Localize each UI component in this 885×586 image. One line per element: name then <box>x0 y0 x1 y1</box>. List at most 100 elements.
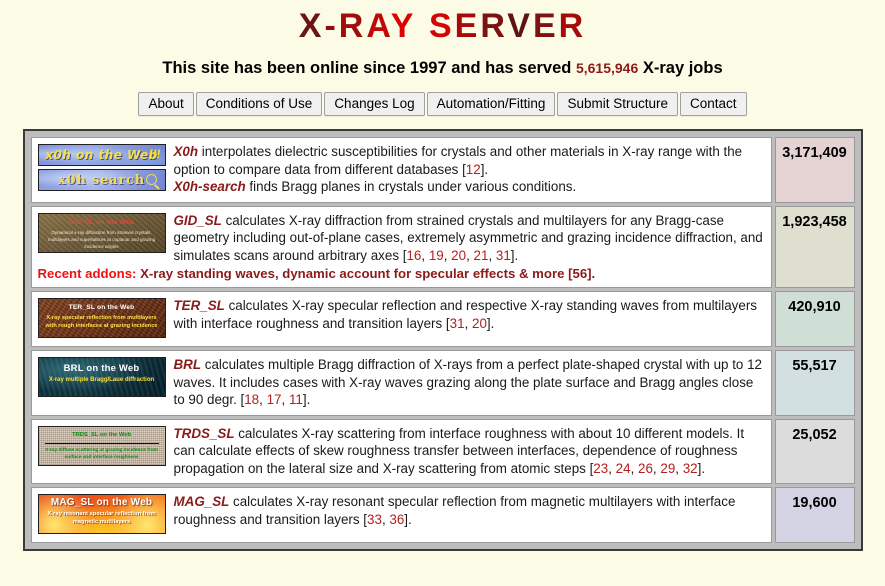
nav-button-conditions-of-use[interactable]: Conditions of Use <box>195 92 323 116</box>
program-cell: x0h on the Web!!! x0h search X0h interpola… <box>30 137 772 203</box>
banner-x0h-search[interactable]: x0h search <box>37 169 166 191</box>
banner-title: TER_SL on the Web <box>68 304 135 311</box>
served-counter: 5,615,946 <box>575 60 639 76</box>
usage-counter-value: 3,171,409 <box>782 145 847 161</box>
ref-sep: , <box>259 392 267 407</box>
nav-button-automation-fitting[interactable]: Automation/Fitting <box>426 92 556 116</box>
reference-link[interactable]: 17 <box>267 392 282 407</box>
title-char: A <box>366 7 391 45</box>
reference-link[interactable]: 31 <box>450 316 465 331</box>
program-link[interactable]: MAG_SL <box>174 494 230 509</box>
reference-link[interactable]: 26 <box>638 461 653 476</box>
title-char: R <box>480 7 508 45</box>
main-nav: About Conditions of Use Changes Log Automat… <box>0 92 885 116</box>
banner-x0h-on-the-web[interactable]: x0h on the Web!!! <box>37 144 166 166</box>
reference-link[interactable]: 29 <box>660 461 675 476</box>
program-link[interactable]: BRL <box>174 357 202 372</box>
title-char: R <box>338 7 367 45</box>
program-link[interactable]: TRDS_SL <box>174 426 235 441</box>
description-tail: ]. <box>404 511 412 527</box>
banner-title: MAG_SL on the Web <box>50 497 153 508</box>
usage-counter-value: 55,517 <box>792 358 837 374</box>
reference-link[interactable]: 16 <box>406 248 421 263</box>
description-text: finds Bragg planes in crystals under var… <box>245 179 577 194</box>
program-cell: GID_SL on the Web Dynamical x-ray diffrac… <box>30 205 772 288</box>
reference-link[interactable]: 18 <box>244 392 259 407</box>
program-link[interactable]: TER_SL <box>174 298 225 313</box>
nav-button-changes-log[interactable]: Changes Log <box>324 92 425 116</box>
title-char: - <box>324 7 339 45</box>
usage-counter-value: 19,600 <box>792 495 837 511</box>
usage-counter-cell: 55,517 <box>774 350 855 416</box>
title-char: E <box>454 7 481 45</box>
table-row: MAG_SL on the Web X-ray resonant specular… <box>30 487 855 543</box>
program-link[interactable]: X0h-search <box>174 179 246 194</box>
reference-link[interactable]: 12 <box>466 162 481 177</box>
banner-brl[interactable]: BRL on the Web X-ray multiple Bragg/Laue … <box>37 357 166 397</box>
usage-counter-cell: 25,052 <box>774 418 855 484</box>
title-char: E <box>532 7 559 45</box>
reference-link[interactable]: 36 <box>389 512 404 527</box>
reference-link[interactable]: 56 <box>572 266 587 281</box>
recent-addons-label: Recent addons: <box>37 266 137 281</box>
reference-link[interactable]: 20 <box>472 316 487 331</box>
ref-sep: , <box>466 247 474 263</box>
ref-sep: , <box>630 460 639 476</box>
reference-link[interactable]: 31 <box>496 248 511 263</box>
reference-link[interactable]: 33 <box>367 512 382 527</box>
reference-link[interactable]: 21 <box>474 248 489 263</box>
reference-link[interactable]: 24 <box>616 461 631 476</box>
recent-addons-link[interactable]: X-ray standing waves, dynamic account fo… <box>136 266 572 281</box>
recent-addons-tail: ]. <box>587 266 596 281</box>
program-cell: BRL on the Web X-ray multiple Bragg/Laue … <box>30 350 772 416</box>
program-cell: MAG_SL on the Web X-ray resonant specular… <box>30 487 772 543</box>
program-link[interactable]: GID_SL <box>174 213 222 228</box>
banner-subtitle: X-ray multiple Bragg/Laue diffraction <box>48 377 155 383</box>
nav-button-about[interactable]: About <box>138 92 194 116</box>
banner-title: TRDS_SL on the Web <box>71 431 132 438</box>
description-tail: ]. <box>302 392 311 407</box>
recent-addons-text-wrap: X-ray standing waves, dynamic account fo… <box>136 266 595 281</box>
banner-trds-sl[interactable]: TRDS_SL on the Web X-ray diffuse scatteri… <box>37 425 166 466</box>
program-link[interactable]: X0h <box>174 144 199 159</box>
recent-addons: Recent addons: X-ray standing waves, dyn… <box>38 264 765 281</box>
banner-ter-sl[interactable]: TER_SL on the Web X-ray specular reflecti… <box>37 298 166 338</box>
banner-group: x0h on the Web!!! x0h search <box>37 144 166 191</box>
description-tail: ]. <box>486 315 495 331</box>
reference-link[interactable]: 11 <box>289 392 303 407</box>
banner-subtitle: X-ray specular reflection from multilaye… <box>45 315 158 329</box>
table-row: TER_SL on the Web X-ray specular reflecti… <box>30 291 855 347</box>
description-tail: ]. <box>510 247 519 263</box>
search-icon <box>145 174 157 185</box>
banner-title: x0h on the Web <box>45 148 158 162</box>
banner-mag-sl[interactable]: MAG_SL on the Web X-ray resonant specular… <box>37 494 166 534</box>
banner-subtitle: X-ray resonant specular reflection from … <box>47 511 156 525</box>
subtitle-prefix: This site has been online since 1997 and… <box>162 59 572 77</box>
title-char: X <box>298 7 325 45</box>
description-text: calculates X-ray resonant specular refle… <box>173 494 736 527</box>
subtitle-suffix: X-ray jobs <box>642 59 723 77</box>
description-tail: ]. <box>480 161 489 177</box>
title-char: R <box>558 7 587 45</box>
nav-button-contact[interactable]: Contact <box>680 92 747 116</box>
reference-link[interactable]: 32 <box>683 461 698 476</box>
ref-sep: , <box>675 460 683 476</box>
banner-gid-sl[interactable]: GID_SL on the Web Dynamical x-ray diffrac… <box>37 212 166 253</box>
usage-counter-cell: 19,600 <box>774 487 855 543</box>
usage-counter-cell: 420,910 <box>774 291 855 347</box>
banner-title: GID_SL on the Web <box>68 218 135 226</box>
nav-button-submit-structure[interactable]: Submit Structure <box>557 92 678 116</box>
description-tail: ]. <box>697 460 706 476</box>
title-char: Y <box>390 7 417 45</box>
reference-link[interactable]: 19 <box>429 248 444 263</box>
ref-sep: , <box>281 392 289 407</box>
program-cell: TER_SL on the Web X-ray specular reflecti… <box>30 291 772 347</box>
usage-counter-value: 1,923,458 <box>782 213 847 230</box>
reference-link[interactable]: 23 <box>593 461 608 476</box>
programs-table: x0h on the Web!!! x0h search X0h interpola… <box>28 134 858 546</box>
program-cell: TRDS_SL on the Web X-ray diffuse scatteri… <box>30 418 772 484</box>
table-row: GID_SL on the Web Dynamical x-ray diffrac… <box>30 205 855 288</box>
reference-link[interactable]: 20 <box>451 248 466 263</box>
ref-sep: , <box>608 460 616 476</box>
banner-subtitle: X-ray diffuse scattering at grazing inci… <box>45 447 158 460</box>
